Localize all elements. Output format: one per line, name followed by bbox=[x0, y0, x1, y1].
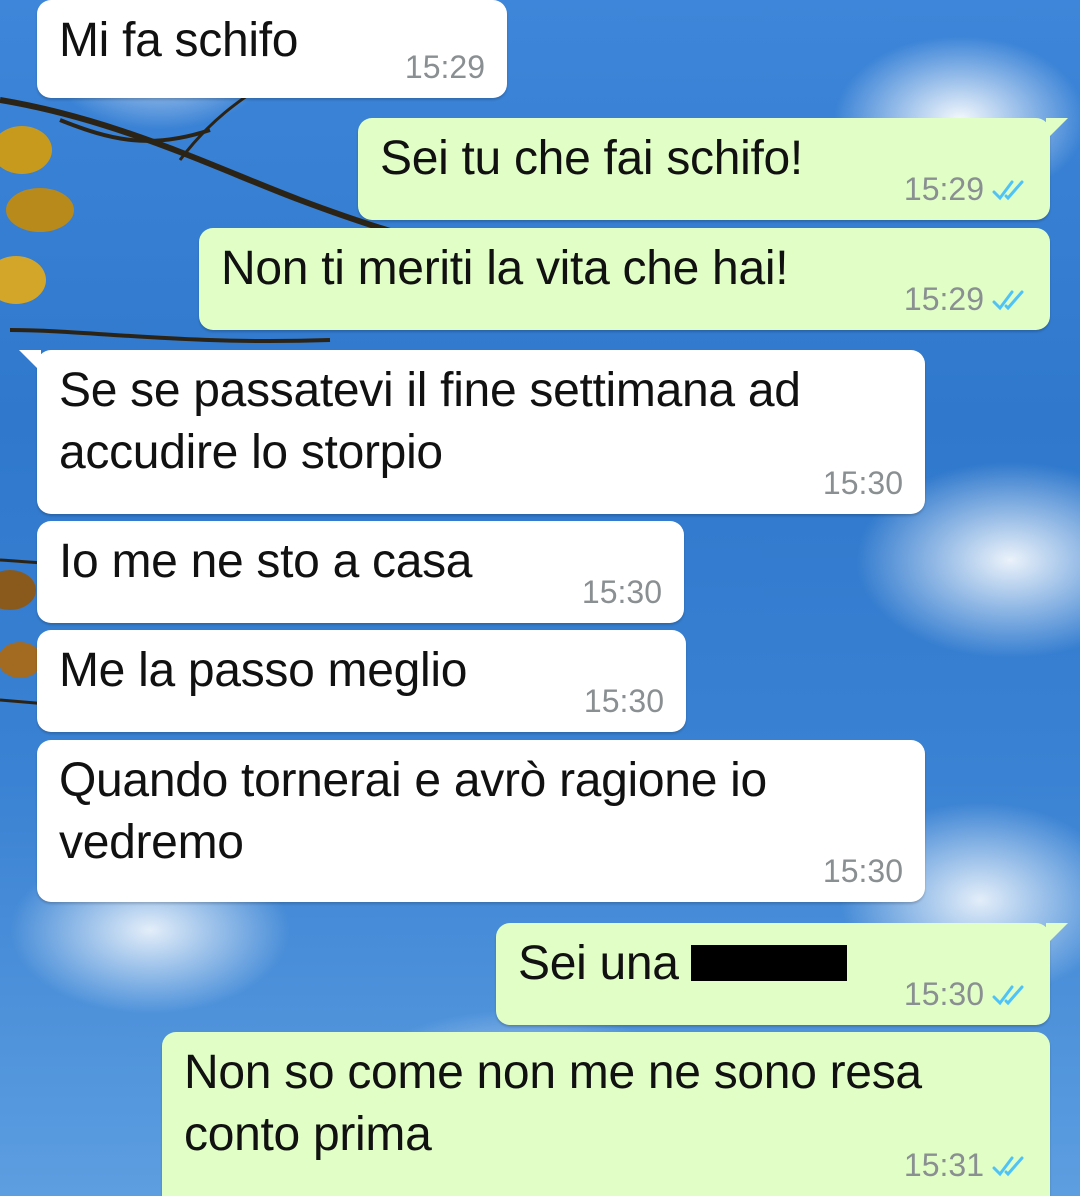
double-check-icon bbox=[992, 290, 1024, 310]
redaction-bar bbox=[690, 945, 847, 981]
message-text: Non so come non me ne sono resa conto pr… bbox=[184, 1046, 922, 1161]
double-check-icon bbox=[992, 1156, 1024, 1176]
message-time: 15:29 bbox=[903, 171, 984, 207]
double-check-icon bbox=[992, 985, 1024, 1005]
message-bubble-outgoing[interactable]: Sei tu che fai schifo! 15:29 bbox=[358, 118, 1068, 220]
message-bubble-incoming[interactable]: Io me ne sto a casa 15:30 bbox=[37, 521, 684, 623]
message-bubble-outgoing[interactable]: Non ti meriti la vita che hai! 15:29 bbox=[199, 228, 1050, 330]
message-time: 15:30 bbox=[822, 853, 903, 889]
message-bubble-outgoing[interactable]: Sei una 15:30 bbox=[496, 923, 1068, 1025]
message-time: 15:31 bbox=[903, 1147, 984, 1183]
message-meta: 15:30 bbox=[904, 976, 1028, 1013]
message-time: 15:29 bbox=[404, 49, 485, 85]
double-check-icon bbox=[992, 180, 1024, 200]
message-text: Me la passo meglio bbox=[59, 644, 468, 697]
message-meta: 15:29 bbox=[405, 49, 485, 86]
message-meta: 15:30 bbox=[582, 574, 662, 611]
message-meta: 15:29 bbox=[904, 281, 1028, 318]
message-meta: 15:29 bbox=[904, 171, 1028, 208]
message-bubble-incoming[interactable]: Mi fa schifo 15:29 bbox=[37, 0, 507, 98]
message-meta: 15:30 bbox=[823, 853, 903, 890]
message-bubble-incoming[interactable]: Me la passo meglio 15:30 bbox=[37, 630, 686, 732]
message-bubble-incoming[interactable]: Quando tornerai e avrò ragione io vedrem… bbox=[37, 740, 925, 902]
message-text: Io me ne sto a casa bbox=[59, 535, 473, 588]
message-time: 15:29 bbox=[903, 281, 984, 317]
message-meta: 15:30 bbox=[823, 465, 903, 502]
message-bubble-incoming[interactable]: Se se passatevi il fine settimana ad acc… bbox=[19, 350, 925, 514]
message-meta: 15:30 bbox=[584, 683, 664, 720]
message-text: Quando tornerai e avrò ragione io vedrem… bbox=[59, 754, 767, 869]
message-bubble-outgoing[interactable]: Non so come non me ne sono resa conto pr… bbox=[162, 1032, 1050, 1196]
message-time: 15:30 bbox=[581, 574, 662, 610]
message-time: 15:30 bbox=[583, 683, 664, 719]
message-time: 15:30 bbox=[903, 976, 984, 1012]
message-text-visible: Sei una bbox=[518, 937, 679, 990]
message-text: Se se passatevi il fine settimana ad acc… bbox=[59, 364, 801, 479]
message-time: 15:30 bbox=[822, 465, 903, 501]
message-meta: 15:31 bbox=[904, 1147, 1028, 1184]
